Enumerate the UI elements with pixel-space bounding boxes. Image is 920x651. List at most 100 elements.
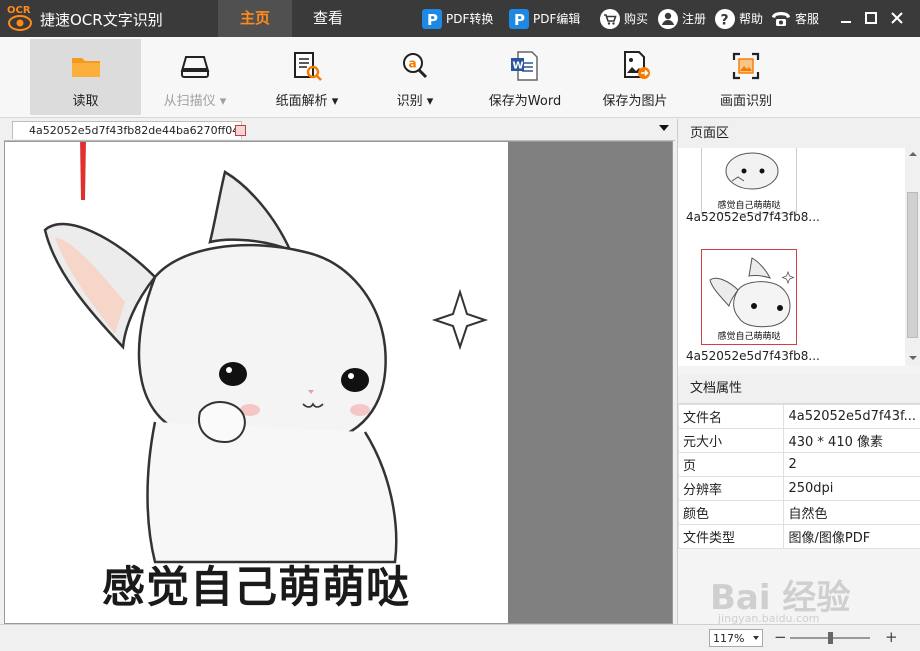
thumbnail-caption: 感觉自己萌萌哒 bbox=[702, 329, 796, 342]
scroll-up-icon[interactable] bbox=[905, 148, 920, 160]
pdf-edit-icon: P bbox=[508, 8, 530, 30]
phone-icon bbox=[770, 8, 792, 30]
thumbnail-name: 4a52052e5d7f43fb8... bbox=[686, 210, 820, 224]
toolbar: 读取 从扫描仪 ▾ 纸面解析 ▾ a 识别 ▾ W 保存为Wo bbox=[0, 37, 920, 118]
service-label: 客服 bbox=[795, 10, 819, 27]
svg-text:?: ? bbox=[721, 12, 729, 28]
property-key: 分辨率 bbox=[679, 477, 784, 501]
property-value: 4a52052e5d7f43f... bbox=[784, 405, 920, 429]
zoom-select[interactable]: 117% bbox=[709, 629, 763, 647]
scrollbar-thumb[interactable] bbox=[907, 192, 918, 338]
save-image-label: 保存为图片 bbox=[592, 90, 678, 109]
layout-parse-label: 纸面解析 ▾ bbox=[262, 90, 352, 109]
buy-link[interactable]: 购买 bbox=[599, 0, 648, 37]
zoom-slider[interactable] bbox=[790, 637, 870, 639]
save-word-button[interactable]: W 保存为Word bbox=[480, 39, 570, 115]
save-image-button[interactable]: 保存为图片 bbox=[592, 39, 678, 115]
svg-text:a: a bbox=[409, 57, 417, 71]
tab-home[interactable]: 主页 bbox=[218, 0, 292, 37]
recognize-label: 识别 ▾ bbox=[380, 90, 450, 109]
table-row: 页2 bbox=[679, 453, 920, 477]
ocr-logo-icon: OCR bbox=[6, 3, 34, 33]
red-arrow-annotation bbox=[68, 141, 98, 202]
property-key: 元大小 bbox=[679, 429, 784, 453]
pdf-convert-link[interactable]: P PDF转换 bbox=[421, 0, 493, 37]
zoom-value: 117% bbox=[713, 632, 744, 645]
svg-text:P: P bbox=[427, 11, 438, 29]
tab-list-dropdown-icon[interactable] bbox=[659, 125, 669, 131]
page-thumbnails: 感觉自己萌萌哒 4a52052e5d7f43fb8... 感觉自己萌萌哒 4a5… bbox=[678, 148, 920, 366]
help-link[interactable]: ? 帮助 bbox=[714, 0, 763, 37]
app-title: 捷速OCR文字识别 bbox=[40, 9, 163, 30]
thumbnail-scrollbar[interactable] bbox=[905, 148, 920, 366]
folder-icon bbox=[69, 49, 103, 83]
zoom-in-button[interactable]: + bbox=[885, 628, 898, 646]
property-key: 文件类型 bbox=[679, 525, 784, 549]
meme-caption: 感觉自己萌萌哒 bbox=[102, 553, 410, 615]
minimize-button[interactable] bbox=[836, 8, 856, 28]
property-value: 430 * 410 像素 bbox=[784, 429, 920, 453]
title-bar: OCR 捷速OCR文字识别 主页 查看 P PDF转换 P PDF编辑 购买 注… bbox=[0, 0, 920, 37]
scroll-down-icon[interactable] bbox=[905, 352, 920, 364]
document-tab-label: 4a52052e5d7f43fb82de44ba6270ff04 bbox=[29, 124, 239, 137]
area-recognize-button[interactable]: 画面识别 bbox=[706, 39, 786, 115]
property-key: 页 bbox=[679, 453, 784, 477]
help-label: 帮助 bbox=[739, 10, 763, 27]
properties-title: 文档属性 bbox=[678, 374, 920, 404]
table-row: 元大小430 * 410 像素 bbox=[679, 429, 920, 453]
tab-close-icon[interactable] bbox=[235, 125, 246, 136]
recognize-button[interactable]: a 识别 ▾ bbox=[380, 39, 450, 115]
save-word-label: 保存为Word bbox=[480, 90, 570, 109]
document-tab[interactable]: 4a52052e5d7f43fb82de44ba6270ff04 bbox=[12, 121, 242, 139]
user-icon bbox=[657, 8, 679, 30]
word-icon: W bbox=[508, 49, 542, 83]
read-button[interactable]: 读取 bbox=[30, 39, 141, 115]
pdf-convert-icon: P bbox=[421, 8, 443, 30]
close-button[interactable] bbox=[887, 8, 907, 28]
page-analyze-icon bbox=[290, 49, 324, 83]
scan-button[interactable]: 从扫描仪 ▾ bbox=[150, 39, 240, 115]
table-row: 颜色自然色 bbox=[679, 501, 920, 525]
pdf-convert-label: PDF转换 bbox=[446, 10, 493, 27]
layout-parse-button[interactable]: 纸面解析 ▾ bbox=[262, 39, 352, 115]
right-panel: 页面区 感觉自己萌萌哒 4a52052e5d7f43fb8... 感觉自己萌萌哒… bbox=[677, 119, 920, 624]
pdf-edit-link[interactable]: P PDF编辑 bbox=[508, 0, 580, 37]
area-select-icon bbox=[729, 49, 763, 83]
tab-view[interactable]: 查看 bbox=[292, 0, 364, 37]
thumbnail-image bbox=[702, 148, 796, 199]
table-row: 文件类型图像/图像PDF bbox=[679, 525, 920, 549]
svg-text:W: W bbox=[513, 61, 524, 72]
page-panel-title: 页面区 bbox=[678, 119, 920, 149]
property-key: 文件名 bbox=[679, 405, 784, 429]
close-icon bbox=[887, 8, 907, 28]
maximize-button[interactable] bbox=[861, 8, 881, 28]
property-value: 2 bbox=[784, 453, 920, 477]
thumbnail-image bbox=[702, 250, 796, 330]
bunny-illustration bbox=[5, 142, 508, 623]
table-row: 分辨率250dpi bbox=[679, 477, 920, 501]
zoom-out-button[interactable]: − bbox=[774, 628, 787, 646]
maximize-icon bbox=[861, 8, 881, 28]
service-link[interactable]: 客服 bbox=[770, 0, 819, 37]
thumbnail-name: 4a52052e5d7f43fb8... bbox=[686, 349, 820, 363]
buy-label: 购买 bbox=[624, 10, 648, 27]
document-canvas[interactable]: 感觉自己萌萌哒 bbox=[4, 141, 673, 624]
property-value: 250dpi bbox=[784, 477, 920, 501]
thumbnail-1[interactable]: 感觉自己萌萌哒 bbox=[701, 148, 797, 214]
property-key: 颜色 bbox=[679, 501, 784, 525]
thumbnail-2[interactable]: 感觉自己萌萌哒 bbox=[701, 249, 797, 345]
scanner-icon bbox=[178, 49, 212, 83]
read-label: 读取 bbox=[30, 90, 141, 109]
document-tab-strip: 4a52052e5d7f43fb82de44ba6270ff04 bbox=[4, 121, 675, 141]
property-value: 图像/图像PDF bbox=[784, 525, 920, 549]
logo-text: OCR bbox=[7, 5, 31, 16]
chevron-down-icon bbox=[753, 636, 759, 640]
canvas-empty-area bbox=[508, 142, 672, 623]
pdf-edit-label: PDF编辑 bbox=[533, 10, 580, 27]
minimize-icon bbox=[836, 8, 856, 28]
register-link[interactable]: 注册 bbox=[657, 0, 706, 37]
zoom-slider-handle[interactable] bbox=[828, 632, 833, 644]
recognize-icon: a bbox=[398, 49, 432, 83]
help-icon: ? bbox=[714, 8, 736, 30]
cart-icon bbox=[599, 8, 621, 30]
